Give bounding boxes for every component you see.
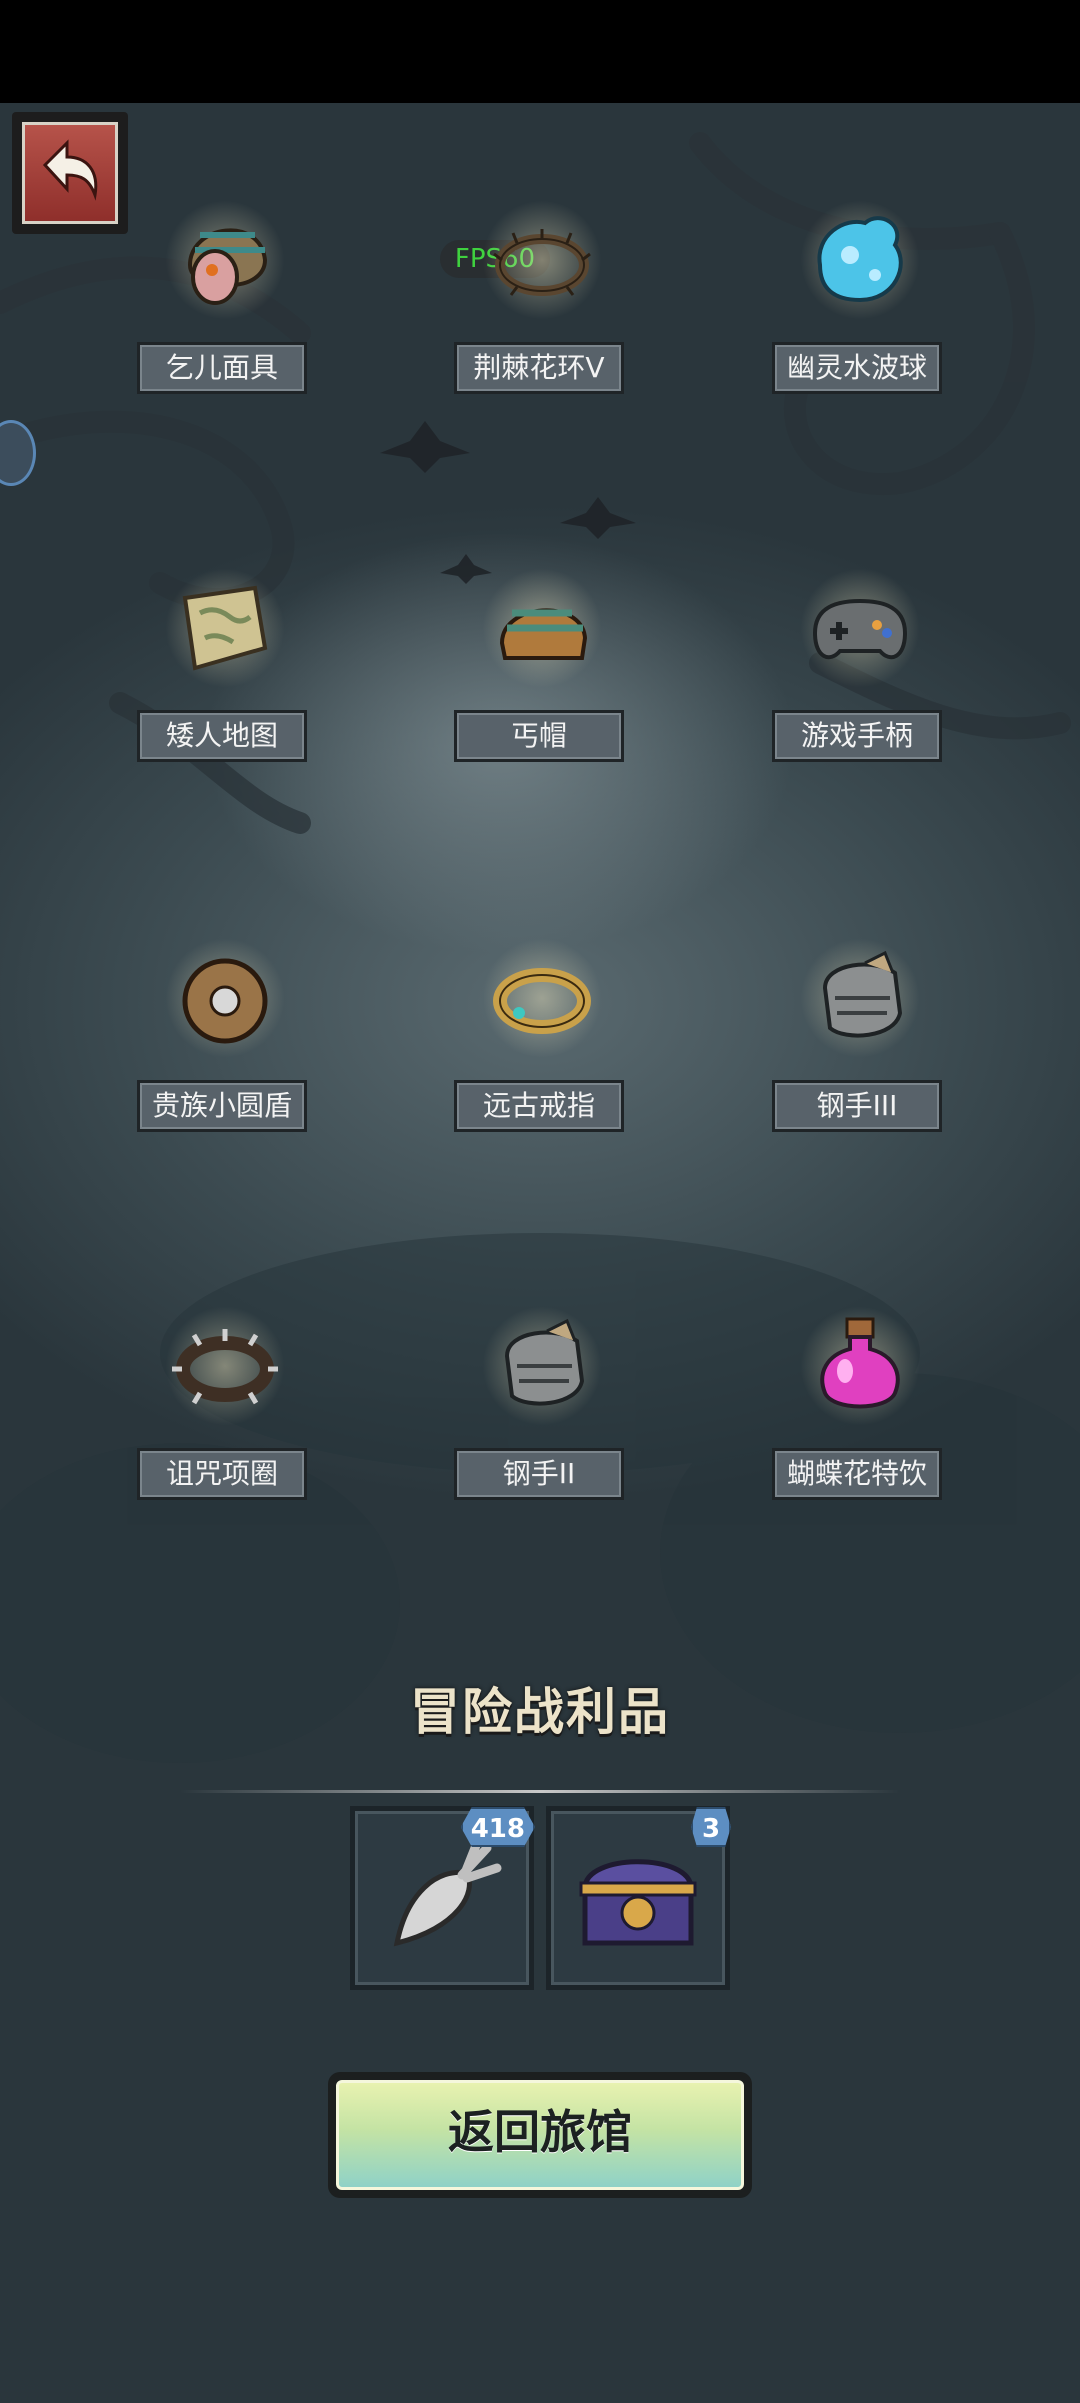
loot-title: 冒险战利品 [410,1683,670,1741]
noble-buckler-icon [182,958,268,1044]
beggar-hat-icon [499,608,588,660]
item-label: 矮人地图 [137,710,307,762]
item-label: 游戏手柄 [772,710,942,762]
loot-divider [180,1790,900,1793]
item-label: 远古戒指 [454,1080,624,1132]
dwarf-map-icon [182,585,268,671]
item-label: 丐帽 [454,710,624,762]
item-label: 荆棘花环V [454,342,624,394]
game-background [0,103,1080,2403]
item-noble-buckler[interactable]: 贵族小圆盾 [135,938,315,1158]
item-label: 蝴蝶花特饮 [772,1448,942,1500]
ancient-ring-icon [493,968,591,1034]
loot-count-badge: 418 [460,1807,535,1847]
ghost-water-orb-icon [817,216,903,303]
treasure-chest-icon [579,1859,697,1946]
steel-gauntlet-icon [504,1318,585,1406]
item-label: 钢手III [772,1080,942,1132]
loot-slot-chest[interactable]: 3 [546,1806,731,1990]
item-cursed-collar[interactable]: 诅咒项圈 [135,1306,315,1526]
steel-gauntlet-icon [822,950,903,1038]
return-button-label: 返回旅馆 [336,2080,744,2190]
item-beggar-hat[interactable]: 丐帽 [452,568,632,788]
background-swirls [0,132,1080,1763]
thorn-wreath-icon [493,229,591,296]
item-dwarf-map[interactable]: 矮人地图 [135,568,315,788]
item-gamepad[interactable]: 游戏手柄 [770,568,950,788]
item-steel-gauntlet-2[interactable]: 钢手II [452,1306,632,1526]
cursed-collar-icon [172,1329,278,1405]
beggar-mask-icon [187,228,268,305]
carrot-icon [393,1838,502,1947]
item-potion[interactable]: 蝴蝶花特饮 [770,1306,950,1526]
item-label: 钢手II [454,1448,624,1500]
item-steel-gauntlet-3[interactable]: 钢手III [770,938,950,1158]
return-to-inn-button[interactable]: 返回旅馆 [328,2072,752,2198]
item-label: 乞儿面具 [137,342,307,394]
gamepad-icon [812,598,908,660]
item-ancient-ring[interactable]: 远古戒指 [452,938,632,1158]
return-arrow-icon [42,139,98,201]
item-ghost-water-orb[interactable]: 幽灵水波球 [770,200,950,420]
item-label: 幽灵水波球 [772,342,942,394]
back-button[interactable] [12,112,128,234]
item-beggar-mask[interactable]: 乞儿面具 [135,200,315,420]
loot-count-badge: 3 [691,1807,731,1847]
item-label: 贵族小圆盾 [137,1080,307,1132]
item-thorn-wreath[interactable]: 荆棘花环V [452,200,632,420]
item-label: 诅咒项圈 [137,1448,307,1500]
potion-icon [820,1317,900,1409]
loot-slot-carrot[interactable]: 418 [350,1806,535,1990]
